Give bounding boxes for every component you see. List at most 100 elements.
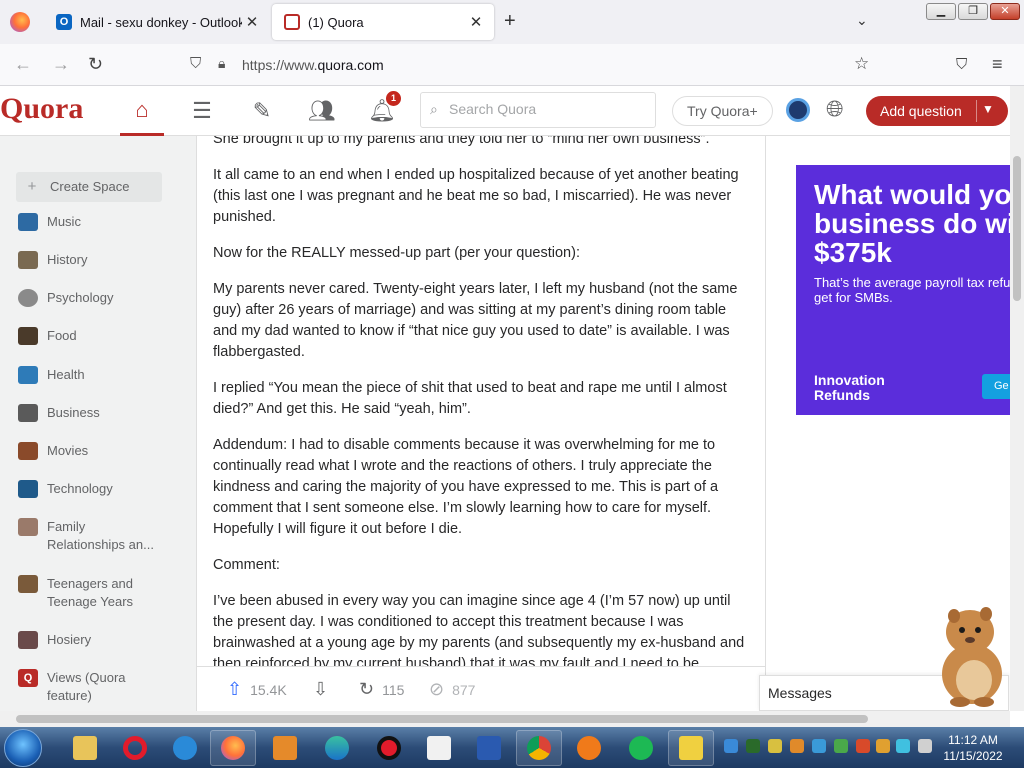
window-close-button[interactable]: ✕ bbox=[990, 3, 1020, 20]
tray-app-icon[interactable] bbox=[856, 739, 870, 753]
sidebar-item-movies[interactable]: Movies bbox=[18, 442, 164, 460]
clock-time: 11:12 AM bbox=[948, 733, 998, 747]
volume-icon[interactable] bbox=[918, 739, 932, 753]
movies-icon bbox=[18, 442, 38, 460]
chevron-down-icon[interactable]: ▼ bbox=[982, 102, 994, 116]
quora-logo[interactable]: Quora bbox=[0, 92, 83, 126]
ad-subtext: That’s the average payroll tax refund we… bbox=[814, 275, 1010, 305]
tray-app-icon[interactable] bbox=[768, 739, 782, 753]
list-all-tabs-icon[interactable]: ⌄ bbox=[856, 12, 868, 29]
horizontal-scrollbar[interactable] bbox=[0, 711, 1010, 727]
answer-icon[interactable]: ✎ bbox=[240, 86, 284, 136]
sidebar-item-family[interactable]: Family Relationships an... bbox=[18, 518, 164, 554]
system-clock[interactable]: 11:12 AM 11/15/2022 bbox=[938, 732, 1008, 764]
business-icon bbox=[18, 404, 38, 422]
record-icon[interactable] bbox=[366, 730, 412, 766]
teenagers-icon bbox=[18, 575, 38, 593]
search-input[interactable] bbox=[449, 101, 649, 117]
close-tab-icon[interactable]: ✕ bbox=[466, 13, 486, 31]
home-icon[interactable]: ⌂ bbox=[120, 86, 164, 136]
notification-badge: 1 bbox=[386, 91, 401, 106]
sidebar-item-label: Food bbox=[47, 328, 77, 343]
scrollbar-thumb[interactable] bbox=[16, 715, 868, 723]
history-icon bbox=[18, 251, 38, 269]
sidebar-item-views[interactable]: Q Views (Quora feature) bbox=[18, 669, 164, 705]
explorer-icon[interactable] bbox=[62, 730, 108, 766]
tab-title: (1) Quora bbox=[308, 14, 364, 30]
calendar-icon[interactable] bbox=[416, 730, 462, 766]
following-icon[interactable]: ☰ bbox=[180, 86, 224, 136]
tray-app-icon[interactable] bbox=[812, 739, 826, 753]
internet-explorer-icon[interactable] bbox=[162, 730, 208, 766]
sidebar-item-technology[interactable]: Technology bbox=[18, 480, 164, 498]
sidebar-item-label: History bbox=[47, 252, 88, 267]
sidebar-item-label: Business bbox=[47, 405, 100, 420]
pocket-icon[interactable]: ⛉ bbox=[956, 56, 967, 73]
vertical-scrollbar[interactable] bbox=[1010, 86, 1024, 711]
downvote-button[interactable]: ⇩ bbox=[313, 679, 336, 700]
new-tab-button[interactable]: + bbox=[504, 10, 516, 33]
tab-quora[interactable]: (1) Quora ✕ bbox=[272, 4, 494, 40]
scrollbar-thumb[interactable] bbox=[1013, 156, 1021, 301]
tray-app-icon[interactable] bbox=[746, 739, 760, 753]
media-player-icon[interactable] bbox=[262, 730, 308, 766]
opera-icon[interactable] bbox=[112, 730, 158, 766]
tracking-shield-icon[interactable]: ⛉ bbox=[190, 55, 201, 72]
firefox-taskbar-icon[interactable] bbox=[210, 730, 256, 766]
spaces-icon[interactable]: 👥︎ bbox=[300, 86, 344, 136]
url-text[interactable]: https://www.quora.com bbox=[242, 57, 384, 73]
sidebar-item-business[interactable]: Business bbox=[18, 404, 164, 422]
hosiery-icon bbox=[18, 631, 38, 649]
avatar[interactable] bbox=[786, 98, 810, 122]
advertisement[interactable]: What would your business do with $375k T… bbox=[796, 165, 1010, 415]
edge-icon[interactable] bbox=[314, 730, 360, 766]
answer-paragraph: My parents never cared. Twenty-eight yea… bbox=[213, 281, 738, 360]
reload-icon[interactable]: ↻ bbox=[88, 54, 103, 75]
sidebar-item-food[interactable]: Food bbox=[18, 327, 164, 345]
bookmark-star-icon[interactable]: ☆ bbox=[854, 54, 869, 74]
avast-icon[interactable] bbox=[566, 730, 612, 766]
upvote-button[interactable]: ⇧ 15.4K bbox=[227, 679, 287, 700]
sidebar-item-hosiery[interactable]: Hosiery bbox=[18, 631, 164, 649]
tray-app-icon[interactable] bbox=[790, 739, 804, 753]
minimize-button[interactable]: ▁ bbox=[926, 3, 956, 20]
tray-app-icon[interactable] bbox=[896, 739, 910, 753]
lock-icon[interactable]: 🔒︎ bbox=[218, 55, 225, 72]
start-button[interactable] bbox=[4, 729, 42, 767]
outlook-icon: O bbox=[56, 14, 72, 30]
answer-paragraph: Now for the REALLY messed-up part (per y… bbox=[213, 245, 580, 261]
add-question-button[interactable]: Add question ▼ bbox=[866, 96, 1008, 126]
address-bar[interactable]: ⛉ 🔒︎ https://www.quora.com ☆ bbox=[180, 50, 880, 80]
sidebar-item-teenagers[interactable]: Teenagers and Teenage Years bbox=[18, 575, 164, 611]
search-box[interactable]: ⌕ bbox=[420, 92, 656, 128]
restore-button[interactable]: ❐ bbox=[958, 3, 988, 20]
sidebar-item-music[interactable]: Music bbox=[18, 213, 164, 231]
answer-paragraph: I replied “You mean the piece of shit th… bbox=[213, 380, 727, 417]
try-quora-plus-button[interactable]: Try Quora+ bbox=[672, 96, 773, 126]
tray-app-icon[interactable] bbox=[834, 739, 848, 753]
spotify-icon[interactable] bbox=[618, 730, 664, 766]
forward-arrow-icon[interactable]: → bbox=[52, 54, 70, 75]
close-tab-icon[interactable]: ✕ bbox=[242, 13, 262, 31]
back-arrow-icon[interactable]: ← bbox=[14, 54, 32, 75]
create-space-button[interactable]: + Create Space bbox=[16, 172, 162, 202]
notifications-icon[interactable]: 🔔︎ 1 bbox=[360, 86, 404, 136]
virtualbox-icon[interactable] bbox=[466, 730, 512, 766]
sidebar-item-label: Health bbox=[47, 367, 85, 382]
globe-icon[interactable]: 🌐︎ bbox=[826, 96, 844, 122]
search-icon: ⌕ bbox=[430, 101, 438, 117]
firefox-icon[interactable] bbox=[10, 12, 30, 32]
share-button[interactable]: ↻ 115 bbox=[359, 679, 404, 700]
chrome-icon[interactable] bbox=[516, 730, 562, 766]
tray-app-icon[interactable] bbox=[876, 739, 890, 753]
comments-button[interactable]: ⊘ 877 bbox=[429, 679, 475, 700]
sidebar-item-history[interactable]: History bbox=[18, 251, 164, 269]
app-menu-icon[interactable]: ≡ bbox=[992, 54, 1003, 75]
sidebar-item-psychology[interactable]: Psychology bbox=[18, 289, 164, 307]
tab-outlook[interactable]: O Mail - sexu donkey - Outlook ✕ bbox=[44, 4, 270, 40]
ad-cta-button[interactable]: Ge bbox=[982, 374, 1010, 399]
app-launcher-icon[interactable] bbox=[668, 730, 714, 766]
sidebar-item-health[interactable]: Health bbox=[18, 366, 164, 384]
sidebar-item-label: Teenagers and Teenage Years bbox=[47, 576, 134, 609]
tray-app-icon[interactable] bbox=[724, 739, 738, 753]
